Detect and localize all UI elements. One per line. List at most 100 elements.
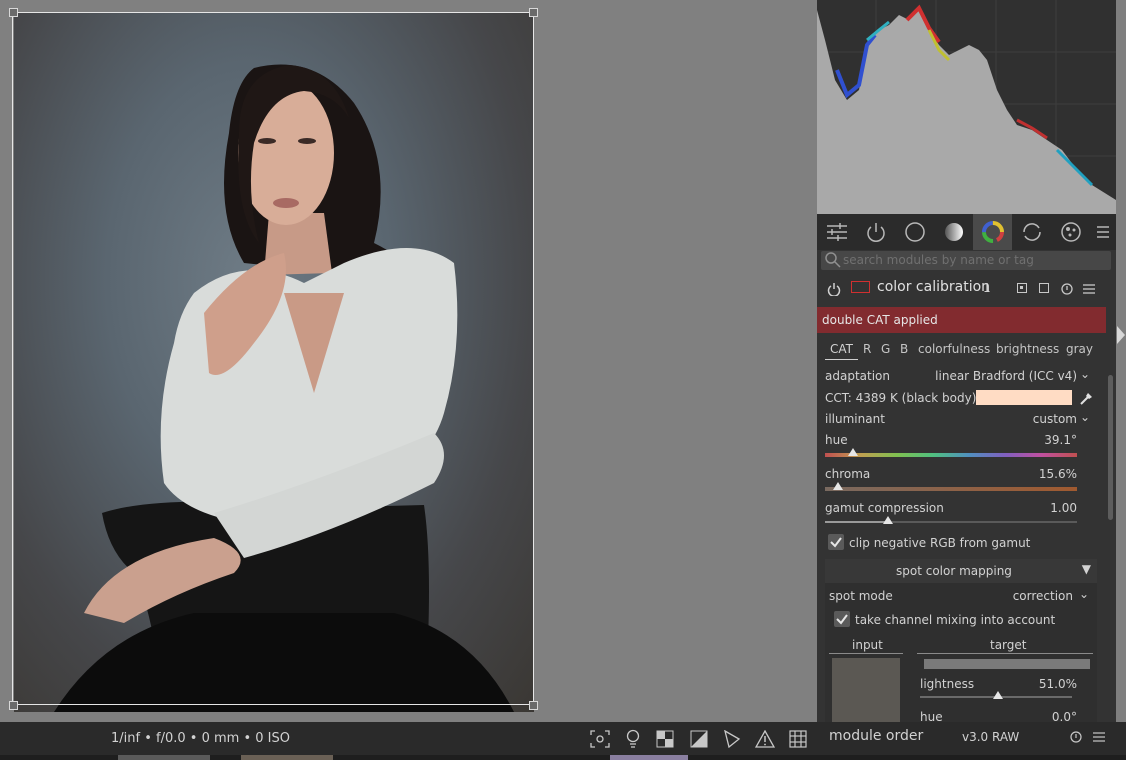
- gamut-thumb[interactable]: [883, 516, 893, 524]
- portrait-image: [54, 64, 514, 712]
- checkbox-box[interactable]: [834, 611, 850, 627]
- crop-handle-top-left[interactable]: [9, 8, 18, 17]
- center-view[interactable]: [0, 0, 817, 722]
- focus-peaking-icon[interactable]: [590, 730, 610, 748]
- circle-icon: [904, 222, 925, 242]
- checkbox-box[interactable]: [828, 534, 844, 550]
- tone-modules-tab[interactable]: [934, 214, 973, 250]
- channel-mixing-checkbox[interactable]: take channel mixing into account: [825, 609, 1097, 631]
- reset-icon[interactable]: [1061, 283, 1073, 295]
- copy-instance-icon[interactable]: [1039, 283, 1049, 293]
- illuminant-value: custom: [1032, 412, 1077, 426]
- hue-value: 39.1°: [1044, 433, 1077, 447]
- collapse-right-panel-icon[interactable]: [1116, 325, 1126, 345]
- chevron-down-icon: ⌄: [1079, 410, 1090, 424]
- guides-icon[interactable]: [723, 730, 741, 748]
- spot-mode-label: spot mode: [829, 589, 893, 603]
- checkmark-icon: [830, 537, 842, 548]
- channel-mixing-label: take channel mixing into account: [855, 613, 1056, 627]
- color-picker-icon[interactable]: [1079, 390, 1095, 406]
- illuminant-color-swatch: [976, 390, 1072, 405]
- image-exif-info: 1/inf • f/0.0 • 0 mm • 0 ISO: [111, 731, 290, 746]
- clip-negative-rgb-checkbox[interactable]: clip negative RGB from gamut: [817, 532, 1106, 554]
- module-order-value[interactable]: v3.0 RAW: [962, 730, 1019, 744]
- chroma-thumb[interactable]: [832, 482, 843, 490]
- module-search-input[interactable]: search modules by name or tag: [821, 251, 1111, 270]
- panel-scrollbar[interactable]: [1108, 375, 1113, 520]
- module-power-icon[interactable]: [827, 282, 841, 296]
- lightness-thumb[interactable]: [992, 691, 1003, 699]
- crop-handle-bottom-left[interactable]: [9, 701, 18, 710]
- cct-row: CCT: 4389 K (black body): [817, 388, 1106, 408]
- chevron-down-icon: ⌄: [1078, 587, 1089, 601]
- gamut-check-icon[interactable]: [690, 730, 708, 748]
- histogram[interactable]: [817, 0, 1116, 214]
- target-label: target: [990, 638, 1027, 652]
- tab-brightness[interactable]: brightness: [996, 342, 1059, 356]
- correct-modules-tab[interactable]: [1012, 214, 1051, 250]
- tab-b[interactable]: B: [900, 342, 908, 356]
- illuminant-combobox[interactable]: illuminant custom ⌄: [817, 409, 1106, 429]
- refresh-circle-icon: [1022, 223, 1041, 241]
- module-menu-icon[interactable]: [1083, 283, 1095, 295]
- tab-gray[interactable]: gray: [1066, 342, 1093, 356]
- effects-modules-tab[interactable]: [1051, 214, 1090, 250]
- target-color-swatch: [924, 659, 1090, 669]
- hue-track: [825, 453, 1077, 457]
- reset-icon[interactable]: [1070, 731, 1082, 743]
- mask-icon[interactable]: [1017, 283, 1027, 293]
- base-modules-tab[interactable]: [895, 214, 934, 250]
- tab-r[interactable]: R: [863, 342, 871, 356]
- right-panel: search modules by name or tag color cali…: [817, 0, 1116, 722]
- hue-thumb[interactable]: [847, 448, 858, 456]
- chroma-track: [825, 487, 1077, 491]
- filmstrip-thumb[interactable]: [241, 755, 333, 760]
- filmstrip-thumb[interactable]: [118, 755, 210, 760]
- adaptation-combobox[interactable]: adaptation linear Bradford (ICC v4) ⌄: [817, 366, 1106, 386]
- checkmark-icon: [836, 614, 848, 625]
- tab-cat[interactable]: CAT: [830, 342, 853, 356]
- search-placeholder: search modules by name or tag: [843, 253, 1034, 267]
- lightness-slider[interactable]: lightness 51.0%: [917, 677, 1077, 707]
- spot-mode-combobox[interactable]: spot mode correction ⌄: [825, 586, 1097, 606]
- hue-label: hue: [825, 433, 848, 447]
- input-label: input: [852, 638, 883, 652]
- soft-proof-icon[interactable]: [656, 730, 674, 748]
- chroma-slider[interactable]: chroma 15.6%: [817, 465, 1106, 495]
- target-hue-slider[interactable]: hue 0.0°: [917, 710, 1077, 722]
- gamut-fill: [825, 521, 888, 523]
- target-hue-value: 0.0°: [1051, 710, 1077, 722]
- module-group-tabs: [817, 214, 1116, 250]
- multi-instance-icon[interactable]: [851, 281, 870, 293]
- overexposed-warning-icon[interactable]: [755, 730, 775, 748]
- crop-handle-top-right[interactable]: [529, 8, 538, 17]
- tab-colorfulness[interactable]: colorfulness: [918, 342, 990, 356]
- target-hue-label: hue: [920, 710, 943, 722]
- lightness-value: 51.0%: [1038, 677, 1077, 691]
- filmstrip[interactable]: [0, 755, 1126, 760]
- gamut-value: 1.00: [1050, 501, 1077, 515]
- photo-preview[interactable]: [14, 13, 534, 712]
- presets-menu-icon[interactable]: [1093, 731, 1105, 743]
- presets-menu-tab[interactable]: [1090, 214, 1116, 250]
- color-wheel-icon: [981, 221, 1004, 243]
- quick-access-tab[interactable]: [817, 214, 856, 250]
- filmstrip-thumb[interactable]: [610, 755, 688, 760]
- spot-color-mapping-section: spot color mapping ▼ spot mode correctio…: [825, 559, 1097, 722]
- module-order-label: module order: [829, 728, 924, 744]
- power-icon: [866, 223, 885, 242]
- sliders-icon: [826, 223, 847, 241]
- hue-slider[interactable]: hue 39.1°: [817, 431, 1106, 461]
- color-modules-tab[interactable]: [973, 214, 1012, 250]
- gamut-compression-slider[interactable]: gamut compression 1.00: [817, 499, 1106, 529]
- chevron-down-icon: ⌄: [1079, 367, 1090, 381]
- tab-g[interactable]: G: [881, 342, 890, 356]
- active-modules-tab[interactable]: [856, 214, 895, 250]
- grid-icon[interactable]: [789, 730, 807, 748]
- spot-section-header[interactable]: spot color mapping ▼: [825, 559, 1097, 583]
- tone-icon: [944, 223, 963, 241]
- crop-handle-bottom-right[interactable]: [529, 701, 538, 710]
- input-color-swatch: [832, 658, 900, 722]
- lightbulb-icon[interactable]: [625, 729, 641, 749]
- module-header[interactable]: color calibration 1: [817, 276, 1116, 302]
